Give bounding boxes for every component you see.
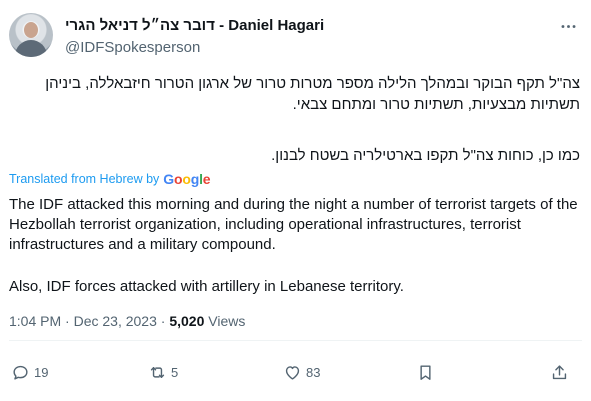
like-count: 83 [306,364,321,380]
reply-button[interactable]: 19 [11,359,48,385]
tweet-date[interactable]: Dec 23, 2023 [74,313,157,329]
divider [9,340,582,341]
more-icon[interactable] [554,16,582,36]
tweet-card: דובר צה״ל דניאל הגרי - Daniel Hagari @ID… [0,0,591,401]
bookmark-icon [420,364,431,380]
share-button[interactable] [550,359,569,385]
heart-icon [285,365,300,380]
retweet-button[interactable]: 5 [148,359,178,385]
tweet-time[interactable]: 1:04 PM [9,313,61,329]
retweet-count: 5 [171,364,179,380]
retweet-icon [150,366,165,378]
translated-label: Translated from Hebrew by [9,172,160,186]
author-handle[interactable]: @IDFSpokesperson [65,39,200,56]
reply-count: 19 [34,364,49,380]
action-bar: 19 5 83 [0,359,591,385]
views-count: 5,020 [169,313,205,329]
tweet-text-hebrew-2: כמו כן, כוחות צה"ל תקפו בארטילריה בשטח ל… [271,147,580,164]
tweet-translation-1: The IDF attacked this morning and during… [9,196,578,253]
translated-from-link[interactable]: Translated from Hebrew by Google [9,171,211,187]
tweet-text-hebrew-1: צה"ל תקף הבוקר ובמהלך הלילה מספר מטרות ט… [45,75,580,113]
share-icon [552,364,567,379]
views-label: Views [204,313,246,329]
author-display-name[interactable]: דובר צה״ל דניאל הגרי - Daniel Hagari [65,17,324,34]
google-logo: Google [163,171,211,187]
avatar[interactable] [9,13,53,57]
bookmark-button[interactable] [416,359,435,385]
tweet-translation-2: Also, IDF forces attacked with artillery… [9,278,404,295]
tweet-meta: 1:04 PM · Dec 23, 2023 · 5,020 Views [9,313,246,329]
like-button[interactable]: 83 [283,359,320,385]
reply-icon [13,365,28,380]
